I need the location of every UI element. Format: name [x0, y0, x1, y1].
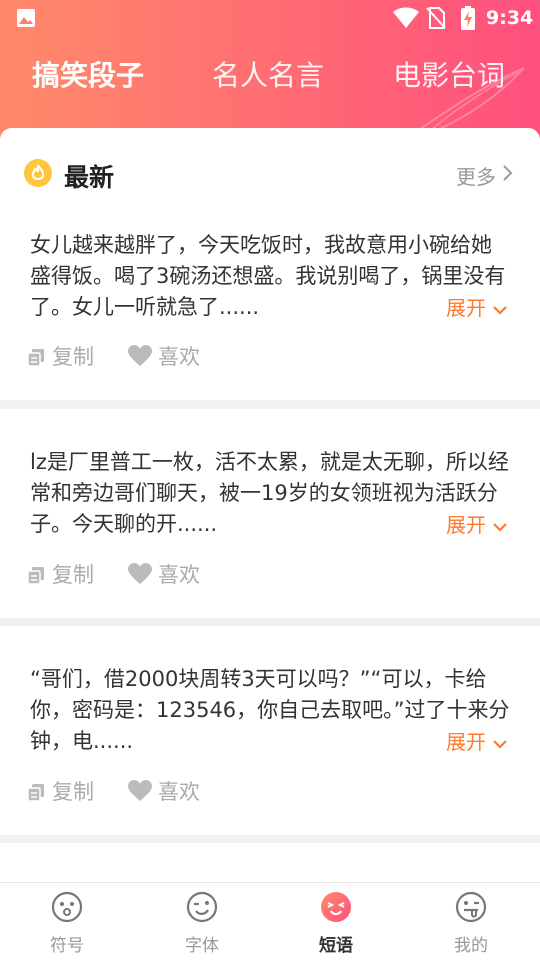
nav-symbols[interactable]: 符号: [17, 891, 117, 956]
joke-text: lz是厂里普工一枚，活不太累，就是太无聊，所以经常和旁边哥们聊天，被一19岁的女…: [30, 450, 509, 536]
tab-movie-lines[interactable]: 电影台词: [393, 54, 505, 94]
heart-icon: [128, 563, 152, 584]
like-label: 喜欢: [158, 563, 200, 587]
status-bar: 9:34: [0, 0, 540, 36]
no-sim-icon: [426, 7, 446, 29]
expand-label: 展开: [446, 513, 486, 537]
copy-button[interactable]: 复制: [26, 776, 94, 806]
joke-text: 女儿越来越胖了，今天吃饭时，我故意用小碗给她盛得饭。喝了3碗汤还想盛。我说别喝了…: [30, 233, 506, 319]
more-link[interactable]: 更多: [456, 161, 496, 190]
copy-button[interactable]: 复制: [26, 559, 94, 589]
copy-label: 复制: [52, 563, 94, 587]
nav-fonts[interactable]: 字体: [152, 891, 252, 956]
copy-button[interactable]: 复制: [26, 341, 94, 371]
joke-text: “哥们，借2000块周转3天可以吗？”“可以，卡给你，密码是：123546，你自…: [30, 667, 510, 753]
nav-mine[interactable]: 我的: [421, 891, 521, 956]
expand-label: 展开: [446, 730, 486, 754]
chevron-down-icon: [493, 305, 507, 315]
chevron-right-icon[interactable]: [502, 164, 514, 182]
nav-label: 符号: [50, 936, 84, 956]
bottom-nav: 符号 字体 短语 我的: [0, 882, 540, 960]
like-button[interactable]: 喜欢: [128, 341, 200, 371]
tab-famous-quotes[interactable]: 名人名言: [212, 54, 324, 94]
expand-button[interactable]: 展开: [446, 509, 508, 538]
category-tabs: 搞笑段子 名人名言 电影台词: [0, 54, 540, 159]
smiley-icon: [51, 891, 83, 923]
content-area: 最新 更多 女儿越来越胖了，今天吃饭时，我故意用小碗给她盛得饭。喝了3碗汤还想盛…: [0, 128, 540, 882]
copy-icon: [27, 567, 44, 585]
like-label: 喜欢: [158, 780, 200, 804]
joke-card-partial: [0, 843, 540, 882]
happy-icon: [321, 892, 351, 922]
copy-label: 复制: [52, 780, 94, 804]
tongue-icon: [455, 891, 487, 923]
expand-button[interactable]: 展开: [446, 726, 508, 755]
section-title: 最新: [64, 163, 115, 192]
tab-jokes[interactable]: 搞笑段子: [32, 54, 144, 94]
status-time: 9:34: [486, 7, 534, 29]
wink-icon: [186, 891, 218, 923]
chevron-down-icon: [493, 522, 507, 532]
copy-icon: [27, 784, 44, 802]
copy-icon: [27, 349, 44, 367]
expand-button[interactable]: 展开: [446, 292, 508, 321]
joke-card: 女儿越来越胖了，今天吃饭时，我故意用小碗给她盛得饭。喝了3碗汤还想盛。我说别喝了…: [0, 212, 540, 400]
like-label: 喜欢: [158, 345, 200, 369]
nav-label: 短语: [319, 936, 353, 956]
section-header: 最新 更多: [0, 128, 540, 212]
nav-label: 我的: [454, 936, 488, 956]
copy-label: 复制: [52, 345, 94, 369]
joke-card: lz是厂里普工一枚，活不太累，就是太无聊，所以经常和旁边哥们聊天，被一19岁的女…: [0, 409, 540, 618]
nav-label: 字体: [185, 936, 219, 956]
nav-phrases[interactable]: 短语: [286, 891, 386, 956]
battery-charging-icon: [461, 6, 475, 30]
like-button[interactable]: 喜欢: [128, 559, 200, 589]
heart-icon: [128, 345, 152, 366]
fire-icon: [24, 159, 52, 187]
wifi-icon: [393, 7, 419, 28]
heart-icon: [128, 780, 152, 801]
gallery-icon: [17, 9, 35, 27]
like-button[interactable]: 喜欢: [128, 776, 200, 806]
joke-card: “哥们，借2000块周转3天可以吗？”“可以，卡给你，密码是：123546，你自…: [0, 626, 540, 835]
expand-label: 展开: [446, 296, 486, 320]
chevron-down-icon: [493, 739, 507, 749]
